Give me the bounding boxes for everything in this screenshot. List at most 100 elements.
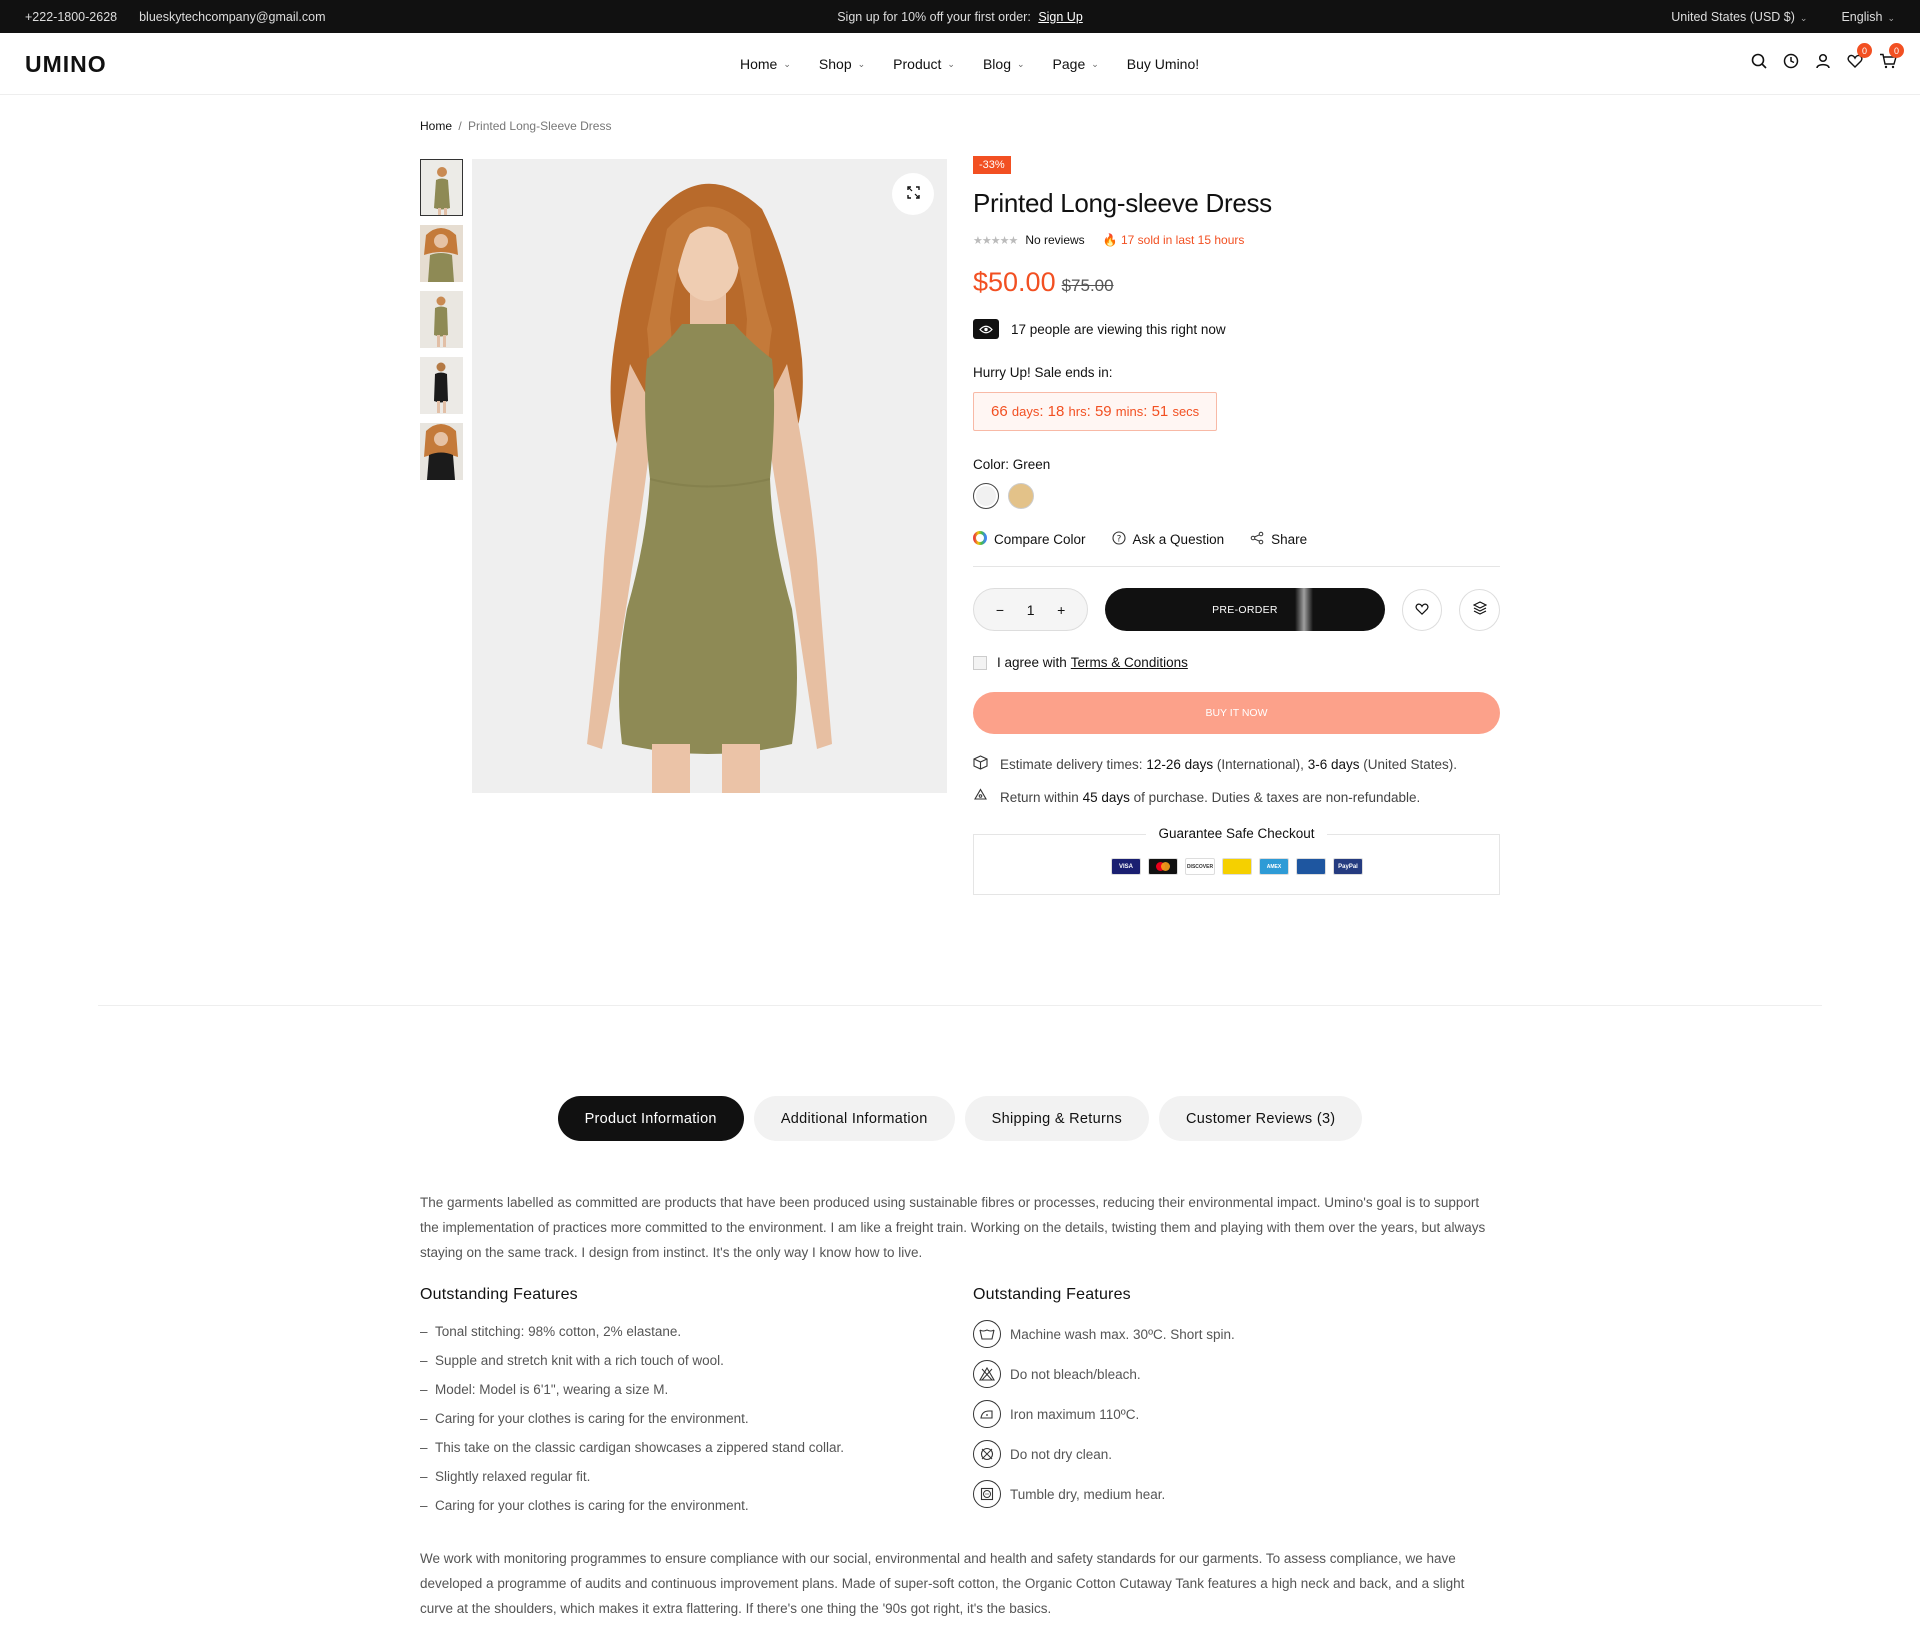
increase-quantity-button[interactable]: + [1051,602,1071,618]
nav-label: Home [740,56,778,72]
wash-icon [973,1320,1001,1348]
add-to-compare-button[interactable] [1459,588,1500,631]
svg-text:?: ? [1116,535,1121,545]
delivery-info: Estimate delivery times: 12-26 days (Int… [973,755,1500,773]
tab-additional-information[interactable]: Additional Information [753,1096,955,1141]
countdown-hours-label: hrs [1068,404,1087,419]
decrease-quantity-button[interactable]: − [990,602,1010,618]
care-item: Do not bleach/bleach. [973,1354,1493,1394]
thumbnail-image[interactable] [420,225,463,282]
sale-ends-label: Hurry Up! Sale ends in: [973,365,1113,380]
care-list: Machine wash max. 30ºC. Short spin. Do n… [973,1314,1493,1514]
nav-buy-umino[interactable]: Buy Umino! [1127,56,1199,72]
nav-blog[interactable]: Blog ⌄ [983,56,1025,72]
star-rating[interactable]: ★★★★★ [973,234,1018,247]
care-text: Iron maximum 110ºC. [1010,1406,1140,1422]
ask-question-button[interactable]: ? Ask a Question [1111,531,1225,548]
pre-order-button[interactable]: PRE-ORDER [1105,588,1385,631]
thumbnail-image[interactable] [420,159,463,216]
signup-link[interactable]: Sign Up [1038,10,1082,24]
zoom-button[interactable] [892,173,934,215]
care-text: Machine wash max. 30ºC. Short spin. [1010,1326,1235,1342]
cart-icon[interactable]: 0 [1879,43,1904,69]
color-wheel-icon [973,531,987,548]
fire-icon: 🔥 [1102,233,1118,247]
breadcrumb-separator: / [458,119,462,133]
account-icon[interactable] [1815,53,1831,69]
buy-it-now-button[interactable]: BUY IT NOW [973,692,1500,734]
nav-product[interactable]: Product ⌄ [893,56,955,72]
mastercard-icon [1148,858,1178,875]
compare-color-button[interactable]: Compare Color [973,531,1086,548]
chevron-down-icon: ⌄ [1887,13,1895,23]
diners-card-icon [1296,858,1326,875]
swatch-white[interactable] [973,483,999,509]
features-title: Outstanding Features [420,1286,578,1303]
feature-text: Tonal stitching: 98% cotton, 2% elastane… [435,1324,682,1339]
color-label-text: Color: [973,457,1010,472]
ask-question-label: Ask a Question [1132,532,1225,547]
return-info: Return within 45 days of purchase. Dutie… [973,788,1500,806]
delivery-us-note: (United States). [1363,756,1458,772]
feature-text: This take on the classic cardigan showca… [435,1440,844,1455]
currency-selector[interactable]: United States (USD $) ⌄ [1671,10,1807,24]
live-viewers: 17 people are viewing this right now [973,319,1500,339]
language-selector[interactable]: English ⌄ [1841,10,1895,24]
features-right-column: Outstanding Features Machine wash max. 3… [973,1286,1493,1514]
review-count[interactable]: No reviews [1025,233,1084,247]
countdown-seconds: 51 [1151,403,1169,420]
tab-customer-reviews[interactable]: Customer Reviews (3) [1159,1096,1363,1141]
original-price: $75.00 [1061,276,1114,295]
care-text: Tumble dry, medium hear. [1010,1486,1166,1502]
description-intro: The garments labelled as committed are p… [420,1195,1486,1260]
buy-it-now-label: BUY IT NOW [1205,707,1268,719]
product-title: Printed Long-sleeve Dress [973,188,1272,218]
sold-indicator: 🔥 17 sold in last 15 hours [1103,233,1245,247]
list-item: – Caring for your clothes is caring for … [420,1498,749,1513]
tab-product-information[interactable]: Product Information [557,1096,744,1141]
wishlist-icon[interactable]: 0 [1847,43,1872,69]
features-left-column: Outstanding Features – Tonal stitching: … [420,1286,940,1525]
delivery-international-note: (International), [1216,756,1304,772]
add-to-wishlist-button[interactable] [1401,588,1443,631]
countdown-days-label: days [1011,404,1040,419]
features-title: Outstanding Features [973,1286,1131,1303]
thumbnail-image[interactable] [420,423,463,480]
product-info: -33% Printed Long-sleeve Dress ★★★★★ No … [973,155,1500,895]
thumbnail-image[interactable] [420,357,463,414]
price-row: $50.00 $75.00 [973,267,1500,298]
return-cycle-icon [973,788,988,806]
heart-icon [1415,602,1429,618]
nav-page[interactable]: Page ⌄ [1053,56,1099,72]
delivery-box-icon [973,755,988,773]
search-icon[interactable] [1751,53,1767,69]
tab-shipping-returns[interactable]: Shipping & Returns [964,1096,1150,1141]
thumbnail-image[interactable] [420,291,463,348]
tumble-dry-icon [973,1480,1001,1508]
share-button[interactable]: Share [1250,531,1307,548]
quantity-input[interactable]: 1 [1021,602,1041,618]
main-nav: Home ⌄ Shop ⌄ Product ⌄ Blog ⌄ Page ⌄ Buy Umi… [740,56,1227,72]
quantity-stepper: − 1 + [973,588,1089,631]
current-price: $50.00 [973,267,1056,297]
countdown-minutes-label: mins [1115,404,1144,419]
description-outro: We work with monitoring programmes to en… [420,1551,1465,1616]
breadcrumb-home[interactable]: Home [420,119,452,133]
care-text: Do not dry clean. [1010,1446,1113,1462]
swatch-beige[interactable] [1008,483,1034,509]
eye-icon [973,319,999,339]
product-actions: Compare Color ? Ask a Question Share [973,531,1500,548]
thumbnail-list [420,159,463,489]
nav-home[interactable]: Home ⌄ [740,56,791,72]
expand-icon [906,186,920,202]
site-header: UMINO Home ⌄ Shop ⌄ Product ⌄ Blog ⌄ Page ⌄ B… [0,33,1920,95]
nav-shop[interactable]: Shop ⌄ [819,56,865,72]
promo-text: Sign up for 10% off your first order: [837,10,1031,24]
logo[interactable]: UMINO [25,51,107,78]
main-product-image[interactable] [472,159,947,793]
nav-label: Product [893,56,942,72]
terms-checkbox[interactable] [973,655,987,670]
breadcrumb-current: Printed Long-Sleeve Dress [468,119,612,133]
recent-history-icon[interactable] [1783,53,1799,69]
terms-link[interactable]: Terms & Conditions [1071,655,1188,670]
